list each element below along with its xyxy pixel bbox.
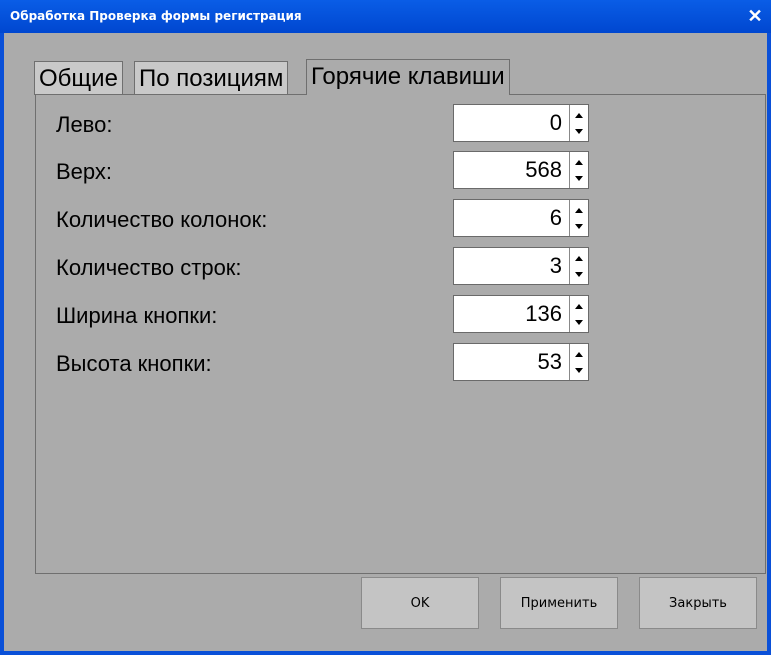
left-value[interactable]: 0 (454, 105, 566, 141)
spin-down-icon[interactable] (575, 320, 583, 325)
tab-hotkeys[interactable]: Горячие клавиши (306, 59, 510, 95)
spin-down-icon[interactable] (575, 272, 583, 277)
spinner-arrows (569, 105, 588, 141)
spin-up-icon[interactable] (575, 208, 583, 213)
tab-by-positions[interactable]: По позициям (134, 61, 289, 95)
spinner-arrows (569, 248, 588, 284)
spin-down-icon[interactable] (575, 368, 583, 373)
spin-up-icon[interactable] (575, 304, 583, 309)
button-height-value[interactable]: 53 (454, 344, 566, 380)
rows-value[interactable]: 3 (454, 248, 566, 284)
spin-up-icon[interactable] (575, 256, 583, 261)
columns-spinner[interactable]: 6 (453, 199, 589, 237)
spin-up-icon[interactable] (575, 160, 583, 165)
rows-spinner[interactable]: 3 (453, 247, 589, 285)
spin-up-icon[interactable] (575, 352, 583, 357)
field-label-left: Лево: (56, 112, 113, 137)
spin-down-icon[interactable] (575, 176, 583, 181)
field-label-rows: Количество строк: (56, 255, 242, 280)
dialog-window: Обработка Проверка формы регистрация ✕ О… (0, 0, 771, 655)
close-icon[interactable]: ✕ (745, 6, 765, 26)
columns-value[interactable]: 6 (454, 200, 566, 236)
left-spinner[interactable]: 0 (453, 104, 589, 142)
tab-panel (35, 94, 766, 574)
ok-button[interactable]: OK (361, 577, 479, 629)
close-button[interactable]: Закрыть (639, 577, 757, 629)
spin-up-icon[interactable] (575, 113, 583, 118)
top-spinner[interactable]: 568 (453, 151, 589, 189)
spinner-arrows (569, 152, 588, 188)
field-label-top: Верх: (56, 159, 113, 184)
tab-general[interactable]: Общие (34, 61, 123, 95)
spin-down-icon[interactable] (575, 129, 583, 134)
field-label-button-width: Ширина кнопки: (56, 303, 218, 328)
apply-button[interactable]: Применить (500, 577, 618, 629)
button-width-value[interactable]: 136 (454, 296, 566, 332)
button-height-spinner[interactable]: 53 (453, 343, 589, 381)
spinner-arrows (569, 200, 588, 236)
top-value[interactable]: 568 (454, 152, 566, 188)
field-label-button-height: Высота кнопки: (56, 351, 212, 376)
spin-down-icon[interactable] (575, 224, 583, 229)
spinner-arrows (569, 344, 588, 380)
client-area: Общие По позициям Горячие клавиши Лево: … (4, 33, 767, 651)
button-width-spinner[interactable]: 136 (453, 295, 589, 333)
title-bar: Обработка Проверка формы регистрация ✕ (0, 0, 771, 33)
spinner-arrows (569, 296, 588, 332)
field-label-columns: Количество колонок: (56, 207, 268, 232)
window-title: Обработка Проверка формы регистрация (10, 9, 302, 23)
